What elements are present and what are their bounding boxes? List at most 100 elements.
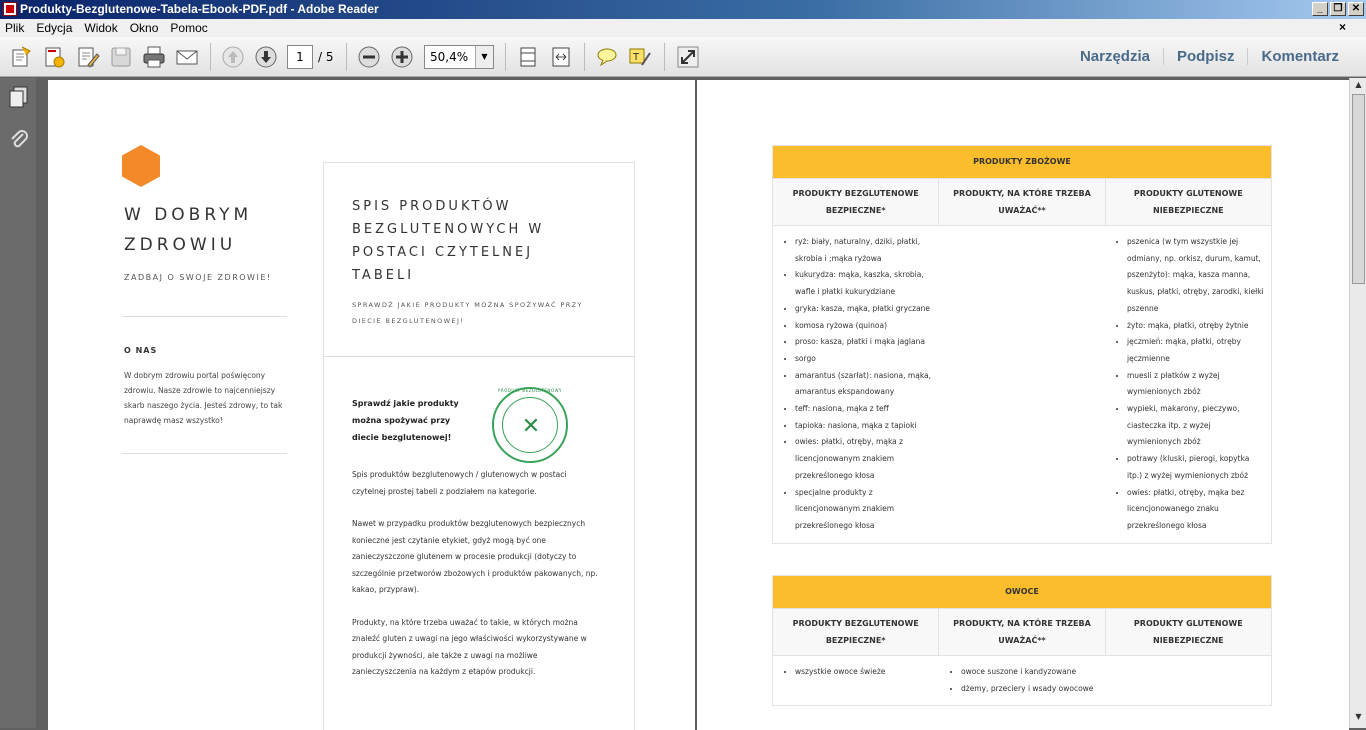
sign-link[interactable]: Podpisz bbox=[1162, 48, 1248, 65]
vertical-scrollbar[interactable]: ▲ ▼ bbox=[1349, 78, 1366, 728]
chevron-down-icon[interactable]: ▼ bbox=[475, 46, 493, 68]
scroll-up-icon[interactable]: ▲ bbox=[1352, 80, 1365, 94]
maximize-button[interactable]: ❐ bbox=[1330, 2, 1346, 16]
lead-text: Sprawdź jakie produkty można spożywać pr… bbox=[352, 399, 459, 442]
column-header: PRODUKTY, NA KTÓRE TRZEBA UWAŻAĆ** bbox=[938, 179, 1104, 225]
edit-document-icon[interactable] bbox=[76, 45, 100, 69]
table-heading: PRODUKTY ZBOŻOWE bbox=[773, 146, 1271, 178]
gluten-free-badge: PRODUKT BEZGLUTENOWY ✕ bbox=[492, 387, 568, 463]
list-item: tapioka: nasiona, mąka z tapioki bbox=[795, 418, 933, 435]
list-item: sorgo bbox=[795, 351, 933, 368]
paragraph: Spis produktów bezglutenowych / glutenow… bbox=[352, 470, 567, 496]
table-fruits: OWOCE PRODUKTY BEZGLUTENOWE BEZPIECZNE* … bbox=[772, 575, 1272, 707]
list-item: wszystkie owoce świeże bbox=[795, 664, 933, 681]
navigation-pane bbox=[0, 78, 36, 728]
divider bbox=[324, 356, 634, 357]
list-item: potrawy (kluski, pierogi, kopytka itp.) … bbox=[1127, 451, 1265, 484]
svg-text:T: T bbox=[632, 52, 640, 63]
page-total-label: / 5 bbox=[318, 50, 334, 64]
list-item: gryka: kasza, mąka, płatki gryczane bbox=[795, 301, 933, 318]
paragraph: Produkty, na które trzeba uważać to taki… bbox=[352, 617, 587, 677]
caution-products-list: owoce suszone i kandyzowanedżemy, przeci… bbox=[939, 656, 1105, 705]
column-header: PRODUKTY BEZGLUTENOWE BEZPIECZNE* bbox=[792, 189, 919, 215]
scroll-thumb[interactable] bbox=[1352, 94, 1365, 284]
list-item: owies: płatki, otręby, mąka bez licencjo… bbox=[1127, 485, 1265, 535]
save-icon[interactable] bbox=[109, 45, 133, 69]
menu-bar: Plik Edycja Widok Okno Pomoc × bbox=[0, 19, 1366, 37]
window-title: Produkty-Bezglutenowe-Tabela-Ebook-PDF.p… bbox=[20, 2, 379, 16]
menu-okno[interactable]: Okno bbox=[130, 21, 159, 35]
menu-edycja[interactable]: Edycja bbox=[36, 21, 72, 35]
attachments-icon[interactable] bbox=[9, 128, 29, 150]
card-title: SPIS PRODUKTÓW BEZGLUTENOWYCH W POSTACI … bbox=[352, 199, 545, 283]
comment-icon[interactable] bbox=[595, 45, 619, 69]
list-item: ryż: biały, naturalny, dziki, płatki, sk… bbox=[795, 234, 933, 267]
zoom-out-icon[interactable] bbox=[357, 45, 381, 69]
previous-page-icon[interactable] bbox=[221, 45, 245, 69]
safe-products-list: ryż: biały, naturalny, dziki, płatki, sk… bbox=[773, 226, 939, 543]
toolbar: 1 / 5 50,4% ▼ T Narzędzia Podpisz Komenta… bbox=[0, 37, 1366, 77]
table-heading: OWOCE bbox=[773, 576, 1271, 608]
comment-link[interactable]: Komentarz bbox=[1247, 48, 1352, 65]
crossed-grain-icon: ✕ bbox=[521, 414, 541, 439]
fit-width-icon[interactable] bbox=[549, 45, 573, 69]
paragraph: Nawet w przypadku produktów bezglutenowy… bbox=[352, 519, 598, 594]
scroll-down-icon[interactable]: ▼ bbox=[1352, 712, 1365, 726]
minimize-button[interactable]: _ bbox=[1312, 2, 1328, 16]
about-heading: O NAS bbox=[124, 346, 158, 355]
list-item: owoce suszone i kandyzowane bbox=[961, 664, 1099, 681]
adobe-reader-icon bbox=[3, 2, 17, 16]
document-area[interactable]: W DOBRYM ZDROWIU ZADBAJ O SWOJE ZDROWIE!… bbox=[36, 78, 1349, 730]
list-item: wypieki, makarony, pieczywo, ciasteczka … bbox=[1127, 401, 1265, 451]
open-icon[interactable] bbox=[10, 45, 34, 69]
divider bbox=[122, 316, 287, 317]
list-item: specjalne produkty z licencjonowanym zna… bbox=[795, 485, 933, 535]
list-item: teff: nasiona, mąka z teff bbox=[795, 401, 933, 418]
tools-link[interactable]: Narzędzia bbox=[1067, 48, 1163, 65]
column-header: PRODUKTY GLUTENOWE NIEBEZPIECZNE bbox=[1104, 609, 1271, 655]
print-icon[interactable] bbox=[142, 45, 166, 69]
menu-widok[interactable]: Widok bbox=[84, 21, 117, 35]
close-button[interactable]: ✕ bbox=[1348, 2, 1364, 16]
list-item: owies: płatki, otręby, mąka z licencjono… bbox=[795, 434, 933, 484]
gluten-products-list bbox=[1105, 656, 1271, 705]
divider bbox=[122, 453, 287, 454]
fit-page-icon[interactable] bbox=[516, 45, 540, 69]
list-item: dżemy, przeciery i wsady owocowe bbox=[961, 681, 1099, 698]
tagline: ZADBAJ O SWOJE ZDROWIE! bbox=[124, 273, 272, 282]
email-icon[interactable] bbox=[175, 45, 199, 69]
safe-products-list: wszystkie owoce świeże bbox=[773, 656, 939, 705]
menu-plik[interactable]: Plik bbox=[5, 21, 24, 35]
gluten-products-list: pszenica (w tym wszystkie jej odmiany, n… bbox=[1105, 226, 1271, 543]
pages-panel-icon[interactable] bbox=[9, 86, 29, 108]
pdf-page-1: W DOBRYM ZDROWIU ZADBAJ O SWOJE ZDROWIE!… bbox=[48, 80, 695, 730]
list-item: jęczmień: mąka, płatki, otręby jęczmienn… bbox=[1127, 334, 1265, 367]
page-number-input[interactable]: 1 bbox=[287, 45, 313, 69]
create-pdf-icon[interactable] bbox=[43, 45, 67, 69]
brand-name: W DOBRYM ZDROWIU bbox=[124, 205, 253, 255]
intro-card: SPIS PRODUKTÓW BEZGLUTENOWYCH W POSTACI … bbox=[323, 162, 635, 730]
column-header: PRODUKTY, NA KTÓRE TRZEBA UWAŻAĆ** bbox=[938, 609, 1104, 655]
column-header: PRODUKTY BEZGLUTENOWE BEZPIECZNE* bbox=[792, 619, 919, 645]
logo-hexagon bbox=[122, 145, 160, 187]
list-item: amarantus (szarłat): nasiona, mąka, amar… bbox=[795, 368, 933, 401]
intro-body: Spis produktów bezglutenowych / glutenow… bbox=[352, 467, 602, 697]
zoom-in-icon[interactable] bbox=[390, 45, 414, 69]
column-header: PRODUKTY GLUTENOWE NIEBEZPIECZNE bbox=[1104, 179, 1271, 225]
list-item: kukurydza: mąka, kaszka, skrobia, wafle … bbox=[795, 267, 933, 300]
document-close-button[interactable]: × bbox=[1339, 20, 1346, 34]
zoom-value: 50,4% bbox=[430, 50, 469, 64]
list-item: pszenica (w tym wszystkie jej odmiany, n… bbox=[1127, 234, 1265, 318]
list-item: proso: kasza, płatki i mąka jaglana bbox=[795, 334, 933, 351]
caution-products-list bbox=[939, 226, 1105, 543]
zoom-level-select[interactable]: 50,4% ▼ bbox=[424, 45, 494, 69]
list-item: żyto: mąka, płatki, otręby żytnie bbox=[1127, 318, 1265, 335]
expand-icon[interactable] bbox=[676, 45, 700, 69]
pdf-page-2: PRODUKTY ZBOŻOWE PRODUKTY BEZGLUTENOWE B… bbox=[697, 80, 1349, 730]
title-bar: Produkty-Bezglutenowe-Tabela-Ebook-PDF.p… bbox=[0, 0, 1366, 19]
table-cereals: PRODUKTY ZBOŻOWE PRODUKTY BEZGLUTENOWE B… bbox=[772, 145, 1272, 544]
menu-pomoc[interactable]: Pomoc bbox=[170, 21, 207, 35]
next-page-icon[interactable] bbox=[254, 45, 278, 69]
highlight-text-icon[interactable]: T bbox=[628, 45, 652, 69]
card-subtitle: SPRAWDŹ JAKIE PRODUKTY MOŻNA SPOŻYWAĆ PR… bbox=[352, 301, 583, 325]
